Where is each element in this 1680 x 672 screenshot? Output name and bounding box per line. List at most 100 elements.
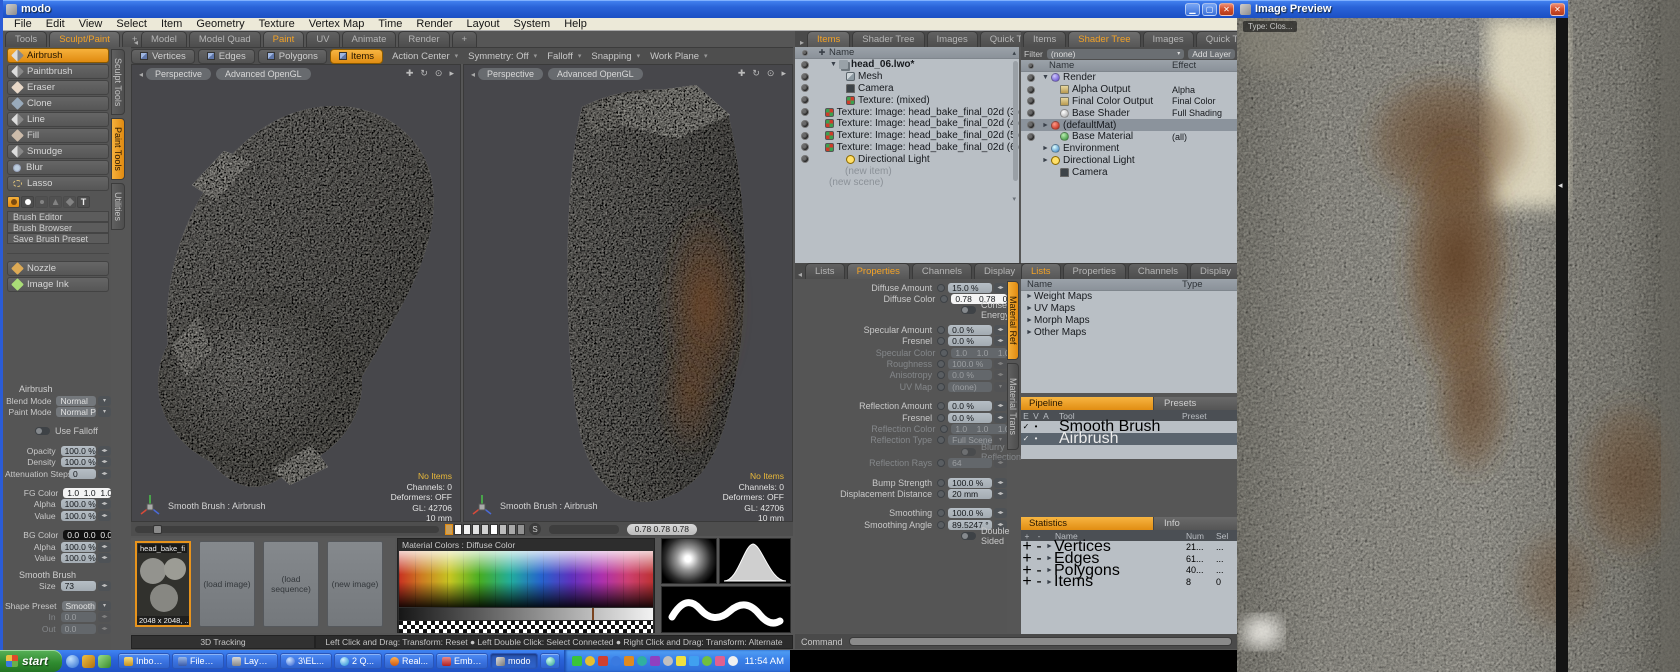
eye-icon[interactable] xyxy=(1027,86,1035,94)
brush-tip-preview[interactable] xyxy=(661,538,717,584)
shader-row-environment[interactable]: ►Environment xyxy=(1021,143,1238,155)
expand-icon[interactable]: ► xyxy=(1041,157,1050,164)
menu-time[interactable]: Time xyxy=(371,18,409,30)
add-layer-select[interactable]: Add Layer xyxy=(1188,49,1235,59)
tab-layout-add[interactable]: + xyxy=(452,31,478,47)
properties-tabs-menu-icon[interactable]: ◂ xyxy=(795,270,805,279)
eye-icon[interactable] xyxy=(1027,121,1035,129)
smooth-brush-section-header[interactable]: Smooth Brush xyxy=(5,569,111,581)
scroll-left-icon[interactable]: ◂ xyxy=(1558,180,1563,191)
reset-icon[interactable] xyxy=(940,295,948,303)
tree-row-new-item[interactable]: (new item) xyxy=(795,165,1019,177)
tray-icon[interactable] xyxy=(637,656,647,666)
spinner-icon[interactable]: ◂▸ xyxy=(994,413,1007,423)
tool-eraser[interactable]: Eraser xyxy=(7,80,109,95)
image-preview-scrollbar[interactable]: ◂ xyxy=(1556,18,1568,672)
brush-editor-link[interactable]: Brush Editor xyxy=(7,211,109,222)
brush-falloff-preview[interactable] xyxy=(719,538,791,584)
color-spectrum[interactable] xyxy=(399,551,653,607)
reset-icon[interactable] xyxy=(937,521,945,529)
taskbar-button-modo[interactable]: modo xyxy=(490,653,538,669)
mode-edges[interactable]: Edges xyxy=(198,49,255,64)
displacement-distance-field[interactable]: 20 mm xyxy=(948,489,992,499)
spinner-icon[interactable]: ◂▸ xyxy=(994,336,1007,346)
items-collapse-icon[interactable]: ▾ xyxy=(1012,195,1016,203)
tray-icon[interactable] xyxy=(624,656,634,666)
lists-lists-tab[interactable]: Lists xyxy=(1021,263,1061,279)
lists-row-uv-maps[interactable]: ►UV Maps xyxy=(1021,303,1238,315)
taskbar-button-filemaker[interactable]: FileM... xyxy=(172,653,224,669)
eye-icon[interactable] xyxy=(801,143,809,151)
images-tab[interactable]: Images xyxy=(927,31,978,47)
smoothing-field[interactable]: 100.0 % xyxy=(948,508,992,518)
eye-icon[interactable] xyxy=(1027,109,1035,117)
reset-icon[interactable] xyxy=(937,284,945,292)
modo-titlebar[interactable]: modo ▁ ▢ ✕ xyxy=(3,0,1237,18)
lists-name-header[interactable]: Name xyxy=(1027,279,1052,290)
mode-items[interactable]: Items xyxy=(330,49,383,64)
diffuse-amount-field[interactable]: 15.0 % xyxy=(948,283,992,293)
expand-icon[interactable]: ► xyxy=(1025,329,1034,336)
tray-icon[interactable] xyxy=(728,656,738,666)
tray-icon[interactable] xyxy=(689,656,699,666)
tab-animate[interactable]: Animate xyxy=(342,31,397,47)
falloff-dropdown[interactable]: Falloff▾ xyxy=(547,51,581,62)
lists-properties-tab[interactable]: Properties xyxy=(1063,263,1126,279)
items-tabs-scroll-left-icon[interactable]: ▸ xyxy=(797,38,807,47)
tool-blur[interactable]: Blur xyxy=(7,160,109,175)
swatch-9[interactable] xyxy=(517,524,525,535)
tray-icon[interactable] xyxy=(663,656,673,666)
vtab-material-ref[interactable]: Material Ref xyxy=(1007,281,1019,360)
tree-row-texture-4[interactable]: Texture: Image: head_bake_final_02d (4) xyxy=(795,118,1019,130)
brush-stroke-preview[interactable] xyxy=(661,586,791,633)
tree-row-camera[interactable]: Camera xyxy=(795,83,1019,95)
reset-icon[interactable] xyxy=(937,402,945,410)
shader-effect-header[interactable]: Effect xyxy=(1172,60,1238,71)
attenuation-spinner[interactable]: ◂▸ xyxy=(98,469,111,479)
mode-vertices[interactable]: Vertices xyxy=(131,49,195,64)
airbrush-section-header[interactable]: Airbrush xyxy=(5,383,111,395)
maximize-button[interactable]: ▢ xyxy=(1202,3,1217,16)
menu-render[interactable]: Render xyxy=(409,18,459,30)
reset-icon[interactable] xyxy=(937,479,945,487)
expand-icon[interactable]: ► xyxy=(1041,122,1050,129)
tray-icon[interactable] xyxy=(611,656,621,666)
spinner-icon[interactable]: ◂▸ xyxy=(994,478,1007,488)
tab-uv[interactable]: UV xyxy=(306,31,339,47)
reset-icon[interactable] xyxy=(937,509,945,517)
image-preview-type-label[interactable]: Type: Clos... xyxy=(1243,21,1297,32)
eye-icon[interactable] xyxy=(801,132,809,140)
shape-preset-caret-icon[interactable]: ▾ xyxy=(98,601,111,611)
attenuation-steps-field[interactable]: 0 xyxy=(69,469,96,479)
tool-lasso[interactable]: Lasso xyxy=(7,176,109,191)
expand-icon[interactable]: ► xyxy=(1045,579,1054,586)
tool-smudge[interactable]: Smudge xyxy=(7,144,109,159)
expand-icon[interactable]: ▼ xyxy=(829,61,838,68)
brush-tip-spray[interactable] xyxy=(35,196,48,208)
minimize-button[interactable]: ▁ xyxy=(1185,3,1200,16)
image-preview-close-button[interactable]: ✕ xyxy=(1550,3,1565,16)
expand-icon[interactable]: ► xyxy=(1025,317,1034,324)
tab-render[interactable]: Render xyxy=(398,31,449,47)
alpha-strip[interactable] xyxy=(399,621,653,633)
reset-icon[interactable] xyxy=(937,326,945,334)
menu-system[interactable]: System xyxy=(507,18,558,30)
brightness-bar[interactable] xyxy=(399,608,653,620)
snapping-dropdown[interactable]: Snapping▾ xyxy=(591,51,640,62)
brush-browser-link[interactable]: Brush Browser xyxy=(7,222,109,233)
tray-icon[interactable] xyxy=(702,656,712,666)
items-scrollbar[interactable] xyxy=(1013,61,1018,181)
quick-launch-icon-2[interactable] xyxy=(82,655,95,668)
viewport-right-more-icon[interactable]: ▸ xyxy=(781,68,786,79)
viewport-right-renderer-selector[interactable]: Advanced OpenGL xyxy=(548,68,643,80)
viewport-left-menu-icon[interactable]: ◂ xyxy=(136,70,146,79)
clip-thumbnail-selected[interactable]: head_bake_fi 2048 x 2048, ... xyxy=(135,541,191,627)
reflection-fresnel-field[interactable]: 0.0 % xyxy=(948,413,992,423)
viewport-right-view-selector[interactable]: Perspective xyxy=(478,68,543,80)
bump-strength-field[interactable]: 100.0 % xyxy=(948,478,992,488)
lists-row-weight-maps[interactable]: ►Weight Maps xyxy=(1021,291,1238,303)
expand-icon[interactable]: ► xyxy=(1045,555,1054,562)
viewport-right-canvas[interactable] xyxy=(464,65,793,522)
lists-channels-tab[interactable]: Channels xyxy=(1128,263,1188,279)
tab-model[interactable]: Model xyxy=(141,31,187,47)
